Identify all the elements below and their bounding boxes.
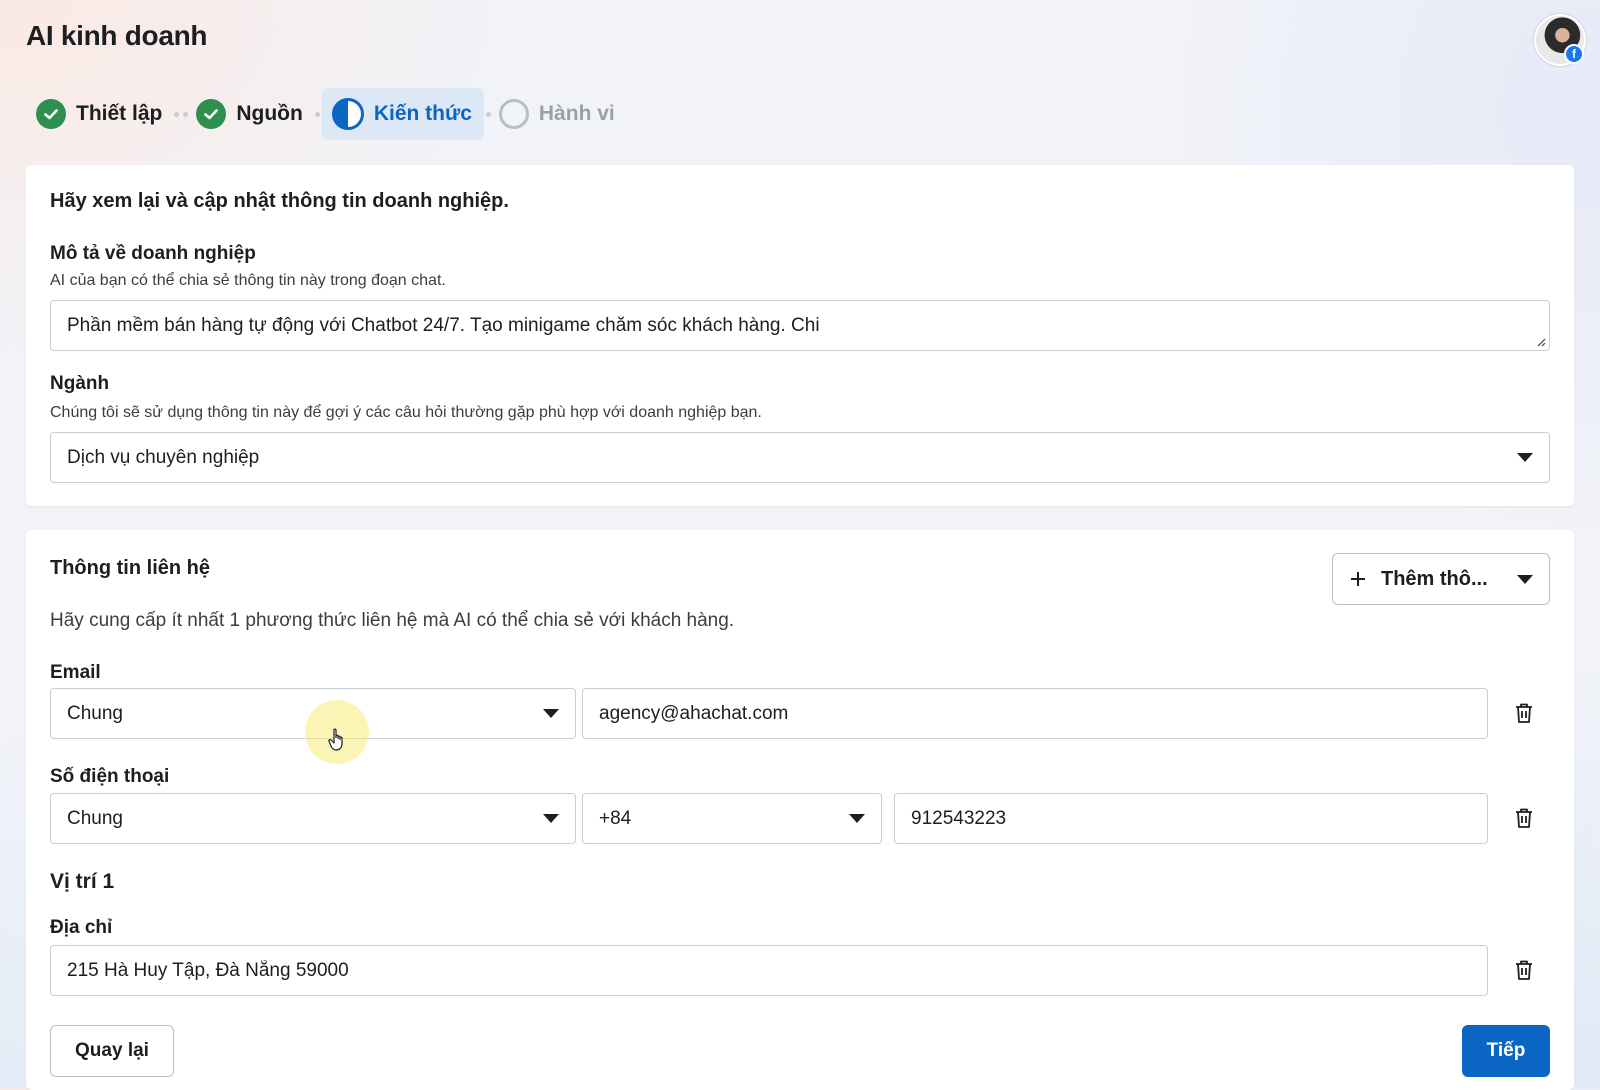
step-label: Nguồn — [236, 102, 303, 125]
phone-type-value: Chung — [67, 807, 123, 829]
phone-type-select[interactable]: Chung — [50, 793, 576, 844]
industry-help: Chúng tôi sẽ sử dụng thông tin này để gợ… — [50, 404, 762, 421]
chevron-down-icon — [1517, 574, 1533, 584]
phone-label: Số điện thoại — [50, 766, 170, 787]
industry-value: Dịch vụ chuyên nghiệp — [67, 446, 260, 468]
contact-heading: Thông tin liên hệ — [50, 557, 210, 579]
step-setup[interactable]: Thiết lập — [30, 88, 172, 140]
chevron-down-icon — [849, 814, 865, 823]
chevron-down-icon — [543, 814, 559, 823]
phone-input[interactable]: 912543223 — [894, 793, 1488, 844]
business-info-heading: Hãy xem lại và cập nhật thông tin doanh … — [50, 190, 509, 212]
country-code-select[interactable]: +84 — [582, 793, 882, 844]
email-type-value: Chung — [67, 702, 123, 724]
delete-email-trash-icon[interactable] — [1512, 700, 1536, 726]
address-value: 215 Hà Huy Tập, Đà Nẵng 59000 — [67, 959, 349, 981]
back-button[interactable]: Quay lại — [50, 1025, 174, 1077]
half-circle-icon — [331, 98, 364, 130]
add-contact-info-button[interactable]: Thêm thô... — [1332, 553, 1550, 605]
address-input[interactable]: 215 Hà Huy Tập, Đà Nẵng 59000 — [50, 945, 1488, 996]
address-label: Địa chỉ — [50, 917, 113, 938]
industry-label: Ngành — [50, 373, 110, 394]
step-label: Kiến thức — [373, 102, 472, 125]
plus-icon — [1351, 572, 1365, 586]
chevron-down-icon — [1517, 453, 1533, 462]
contact-info-card: Thông tin liên hệ Thêm thô... Hãy cung c… — [26, 530, 1574, 1090]
location-heading: Vị trí 1 — [50, 870, 115, 893]
facebook-icon: f — [1564, 44, 1584, 64]
description-textarea[interactable]: Phần mềm bán hàng tự động với Chatbot 24… — [50, 300, 1550, 351]
step-behavior[interactable]: Hành vi — [493, 88, 625, 140]
email-label: Email — [50, 662, 101, 683]
industry-select[interactable]: Dịch vụ chuyên nghiệp — [50, 432, 1550, 483]
description-value: Phần mềm bán hàng tự động với Chatbot 24… — [67, 314, 820, 336]
check-circle-icon — [196, 99, 227, 129]
hand-cursor-icon — [328, 728, 343, 751]
email-input[interactable]: agency@ahachat.com — [582, 688, 1488, 739]
empty-circle-icon — [498, 99, 529, 129]
step-connector — [314, 111, 320, 117]
next-button[interactable]: Tiếp — [1462, 1025, 1550, 1077]
step-connector — [485, 111, 491, 117]
step-label: Hành vi — [538, 102, 615, 125]
step-label: Thiết lập — [76, 102, 163, 125]
country-code-value: +84 — [599, 807, 632, 829]
resize-handle-icon[interactable] — [1536, 337, 1546, 347]
business-info-card: Hãy xem lại và cập nhật thông tin doanh … — [26, 165, 1574, 506]
email-value: agency@ahachat.com — [599, 702, 789, 724]
step-sources[interactable]: Nguồn — [190, 88, 312, 140]
page-title: AI kinh doanh — [26, 20, 208, 51]
progress-stepper: Thiết lập Nguồn Kiến thức Hành vi — [30, 88, 625, 140]
step-knowledge[interactable]: Kiến thức — [321, 88, 484, 140]
phone-value: 912543223 — [911, 807, 1007, 829]
add-contact-label: Thêm thô... — [1381, 567, 1488, 590]
description-label: Mô tả về doanh nghiệp — [50, 243, 256, 264]
check-circle-icon — [36, 99, 66, 129]
delete-phone-trash-icon[interactable] — [1512, 805, 1536, 831]
delete-address-trash-icon[interactable] — [1512, 957, 1536, 983]
contact-help: Hãy cung cấp ít nhất 1 phương thức liên … — [50, 610, 735, 631]
chevron-down-icon — [543, 709, 559, 718]
step-connector — [174, 111, 189, 117]
description-help: AI của bạn có thể chia sẻ thông tin này … — [50, 272, 446, 289]
